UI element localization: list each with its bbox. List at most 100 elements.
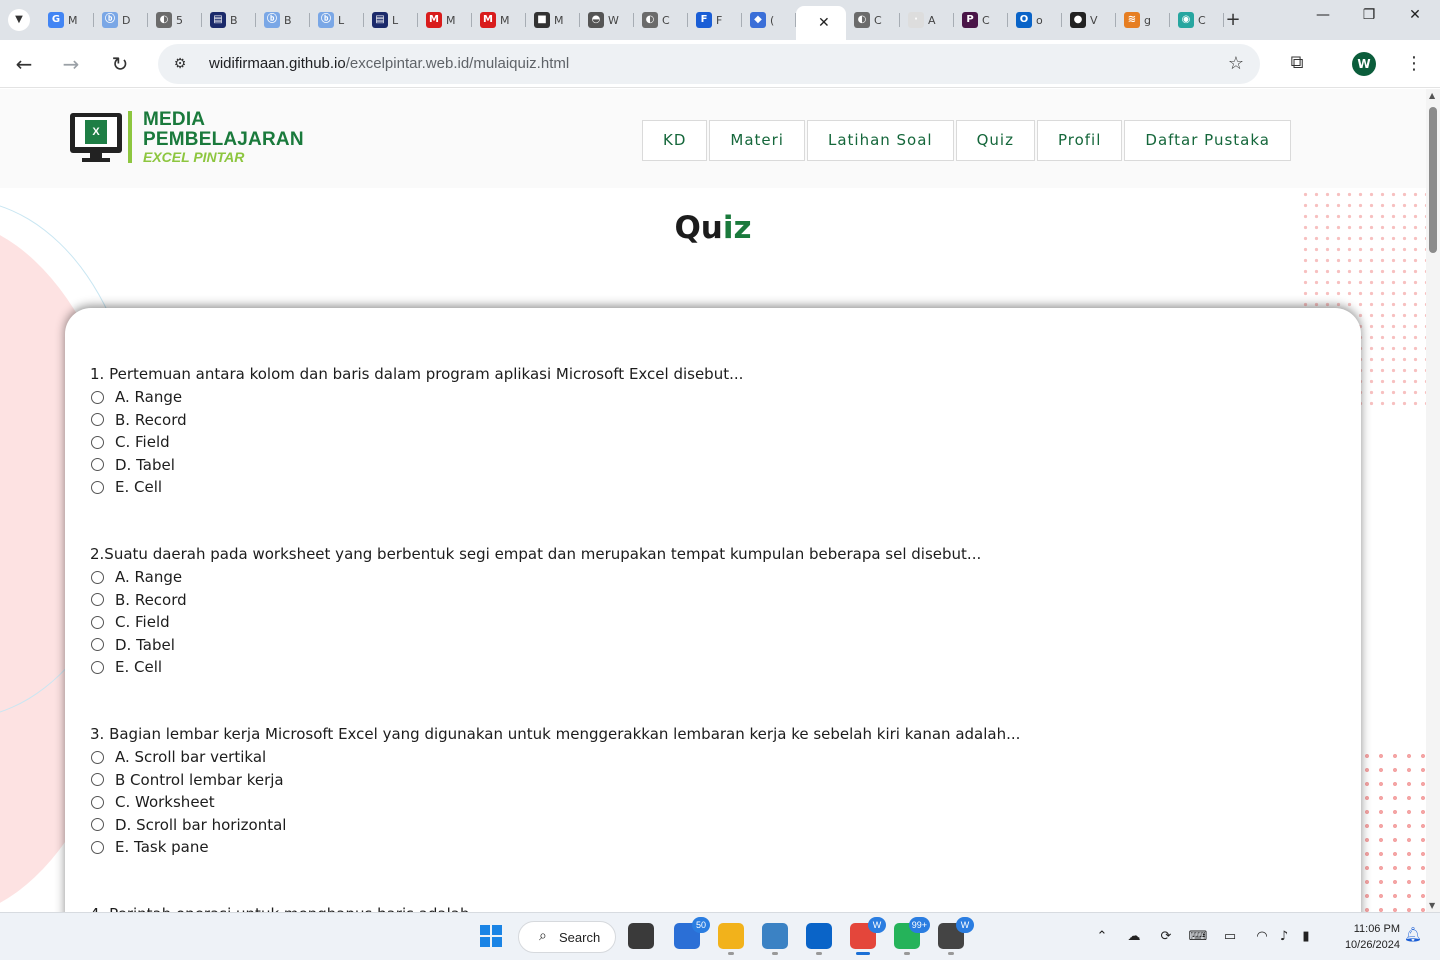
sync-icon[interactable]: ⟳ <box>1156 927 1176 947</box>
browser-tab[interactable]: · A <box>900 6 954 34</box>
answer-option[interactable]: E. Cell <box>90 656 981 679</box>
browser-tab-active[interactable]: ✕ <box>796 6 846 40</box>
cloud-icon[interactable]: ☁ <box>1124 927 1144 947</box>
address-bar[interactable]: ⚙ widifirmaan.github.io/excelpintar.web.… <box>158 44 1260 84</box>
browser-tab[interactable]: GM <box>40 6 94 34</box>
answer-option[interactable]: D. Tabel <box>90 634 981 657</box>
browser-tab[interactable]: ◉ C <box>1170 6 1224 34</box>
radio-button[interactable] <box>91 795 104 809</box>
browser-tab[interactable]: ⓑ L <box>310 6 364 34</box>
url-text[interactable]: widifirmaan.github.io/excelpintar.web.id… <box>209 55 569 72</box>
volume-icon[interactable]: ♪ <box>1274 927 1294 947</box>
taskbar-app-chrome[interactable]: W <box>850 917 886 955</box>
browser-tab[interactable]: ▤ B <box>202 6 256 34</box>
tab-search-button[interactable]: ▼ <box>8 9 30 31</box>
scroll-up-icon[interactable]: ▲ <box>1429 91 1435 100</box>
battery-icon[interactable]: ▮ <box>1296 927 1316 947</box>
taskbar-app-task-view[interactable] <box>628 923 654 949</box>
radio-button[interactable] <box>91 413 104 427</box>
keyboard-icon[interactable]: ⌨ <box>1188 927 1208 947</box>
maximize-button[interactable]: ❐ <box>1346 4 1392 28</box>
answer-option[interactable]: A. Scroll bar vertikal <box>90 746 1020 769</box>
nav-link-profil[interactable]: Profil <box>1036 120 1123 161</box>
browser-menu-icon[interactable]: ⋮ <box>1402 50 1426 78</box>
back-button[interactable]: ← <box>10 50 38 78</box>
answer-option[interactable]: D. Tabel <box>90 454 743 477</box>
answer-option[interactable]: C. Field <box>90 611 981 634</box>
browser-tab[interactable]: MM <box>418 6 472 34</box>
browser-tab[interactable]: ▤ L <box>364 6 418 34</box>
browser-tab[interactable]: ◐ C <box>846 6 900 34</box>
radio-button[interactable] <box>91 390 104 404</box>
minimize-button[interactable]: — <box>1300 4 1346 28</box>
chevron-up-icon[interactable]: ⌃ <box>1092 927 1112 947</box>
taskbar-app-teams[interactable]: 50 <box>674 917 710 949</box>
taskbar-search[interactable]: ⌕ Search <box>518 921 616 953</box>
browser-tab[interactable]: MM <box>472 6 526 34</box>
browser-tab[interactable]: ■ M <box>526 6 580 34</box>
site-logo[interactable]: X MEDIA PEMBELAJARAN EXCEL PINTAR <box>70 109 310 167</box>
radio-button[interactable] <box>91 840 104 854</box>
browser-tab[interactable]: ◆( <box>742 6 796 34</box>
taskbar-app-notepad[interactable] <box>762 923 788 955</box>
nav-link-daftar-pustaka[interactable]: Daftar Pustaka <box>1124 120 1291 161</box>
answer-option[interactable]: B. Record <box>90 409 743 432</box>
browser-tab[interactable]: ◐ 5 <box>148 6 202 34</box>
browser-tab[interactable]: ◓ W <box>580 6 634 34</box>
notification-bell-icon[interactable]: 🔔︎ <box>1404 927 1422 943</box>
radio-button[interactable] <box>91 458 104 472</box>
nav-link-quiz[interactable]: Quiz <box>955 120 1035 161</box>
taskbar-app-whatsapp[interactable]: 99+ <box>894 917 930 955</box>
radio-button[interactable] <box>91 593 104 607</box>
answer-option[interactable]: B. Record <box>90 589 981 612</box>
radio-button[interactable] <box>91 638 104 652</box>
answer-option[interactable]: D. Scroll bar horizontal <box>90 814 1020 837</box>
scroll-down-icon[interactable]: ▼ <box>1429 901 1435 910</box>
answer-option[interactable]: B Control lembar kerja <box>90 769 1020 792</box>
browser-tab[interactable]: Oo <box>1008 6 1062 34</box>
close-tab-icon[interactable]: ✕ <box>818 15 830 31</box>
extensions-puzzle-icon[interactable]: ⧉ <box>1284 50 1310 76</box>
nav-link-kd[interactable]: KD <box>642 120 708 161</box>
answer-option[interactable]: E. Task pane <box>90 836 1020 859</box>
nav-link-latihan-soal[interactable]: Latihan Soal <box>806 120 954 161</box>
close-window-button[interactable]: ✕ <box>1392 4 1438 28</box>
page-scrollbar[interactable]: ▲ ▼ <box>1426 89 1440 912</box>
radio-button[interactable] <box>91 615 104 629</box>
browser-tab[interactable]: ◐ C <box>634 6 688 34</box>
radio-button[interactable] <box>91 480 104 494</box>
browser-tab[interactable]: ● V <box>1062 6 1116 34</box>
bookmark-star-icon[interactable]: ☆ <box>1224 52 1248 76</box>
display-icon[interactable]: ▭ <box>1220 927 1240 947</box>
radio-button[interactable] <box>91 570 104 584</box>
radio-button[interactable] <box>91 435 104 449</box>
radio-button[interactable] <box>91 750 104 764</box>
radio-button[interactable] <box>91 660 104 674</box>
answer-option[interactable]: C. Field <box>90 431 743 454</box>
system-clock[interactable]: 11:06 PM 10/26/2024 <box>1334 921 1400 953</box>
answer-option[interactable]: A. Range <box>90 566 981 589</box>
answer-option[interactable]: E. Cell <box>90 476 743 499</box>
browser-tab[interactable]: ⓑ B <box>256 6 310 34</box>
start-button[interactable] <box>480 925 502 947</box>
browser-tab[interactable]: ≋ g <box>1116 6 1170 34</box>
forward-button[interactable]: → <box>57 50 85 78</box>
nav-link-materi[interactable]: Materi <box>709 120 805 161</box>
scrollbar-thumb[interactable] <box>1429 107 1437 253</box>
radio-button[interactable] <box>91 818 104 832</box>
reload-button[interactable]: ↻ <box>106 50 134 78</box>
radio-button[interactable] <box>91 773 104 787</box>
browser-tab[interactable]: ⓑ D <box>94 6 148 34</box>
browser-tab[interactable]: FF <box>688 6 742 34</box>
wifi-icon[interactable]: ◠ <box>1252 927 1272 947</box>
taskbar-app-outlook[interactable] <box>806 923 832 955</box>
taskbar-app-app-w[interactable]: W <box>938 917 974 955</box>
profile-avatar[interactable]: W <box>1352 52 1376 76</box>
quiz-card: 1. Pertemuan antara kolom dan baris dala… <box>65 308 1361 912</box>
site-info-icon[interactable]: ⚙ <box>168 52 192 76</box>
answer-option[interactable]: A. Range <box>90 386 743 409</box>
taskbar-app-file-explorer[interactable] <box>718 923 744 955</box>
browser-tab[interactable]: PC <box>954 6 1008 34</box>
new-tab-button[interactable]: + <box>1222 9 1244 31</box>
answer-option[interactable]: C. Worksheet <box>90 791 1020 814</box>
